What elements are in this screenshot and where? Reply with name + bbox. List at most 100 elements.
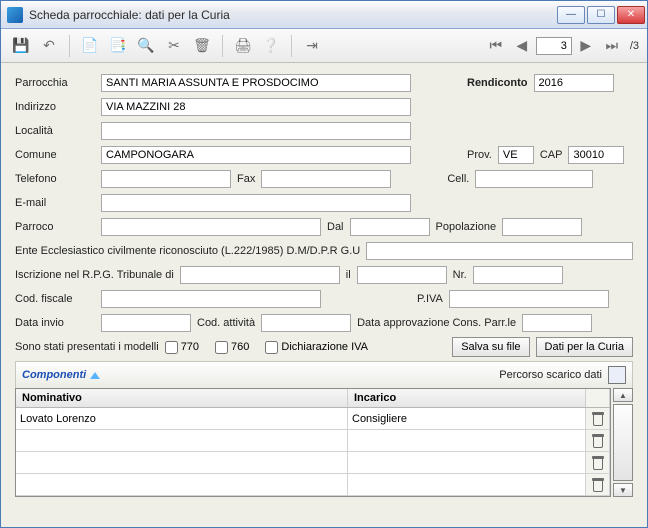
table-row[interactable]	[16, 452, 610, 474]
first-record-icon[interactable]: ⏮	[484, 34, 508, 58]
cell-incarico[interactable]	[348, 474, 586, 496]
table-row[interactable]	[16, 430, 610, 452]
label-cell: Cell.	[447, 173, 469, 185]
col-header-actions	[586, 389, 610, 407]
percorso-scarico-button[interactable]	[608, 366, 626, 384]
next-record-icon[interactable]: ▶	[574, 34, 598, 58]
label-comune: Comune	[15, 149, 95, 161]
nr-field[interactable]	[473, 266, 563, 284]
row-delete-button[interactable]	[586, 452, 610, 474]
piva-field[interactable]	[449, 290, 609, 308]
window-title: Scheda parrocchiale: dati per la Curia	[29, 8, 557, 22]
trash-icon	[591, 478, 605, 492]
label-popolazione: Popolazione	[436, 221, 497, 233]
grid-scroll-up[interactable]: ▲	[613, 388, 633, 402]
maximize-button[interactable]: ☐	[587, 6, 615, 24]
ente-field[interactable]	[366, 242, 633, 260]
grid-scroll-track[interactable]	[613, 404, 633, 481]
app-icon	[7, 7, 23, 23]
last-record-icon[interactable]: ⏭	[600, 34, 624, 58]
delete-icon[interactable]: 🗑	[190, 34, 214, 58]
record-pager: ⏮ ◀ ▶ ⏭ /3	[484, 34, 639, 58]
grid-body: Lovato Lorenzo Consigliere	[16, 408, 610, 496]
fax-field[interactable]	[261, 170, 391, 188]
row-delete-button[interactable]	[586, 408, 610, 430]
label-iscrizione: Iscrizione nel R.P.G. Tribunale di	[15, 269, 174, 281]
checkbox-770[interactable]: 770	[165, 341, 199, 354]
close-button[interactable]: ✕	[617, 6, 645, 24]
cap-field[interactable]	[568, 146, 624, 164]
cell-nominativo[interactable]	[16, 474, 348, 496]
componenti-toggle[interactable]: Componenti	[22, 369, 100, 381]
cell-nominativo[interactable]	[16, 452, 348, 474]
prev-record-icon[interactable]: ◀	[510, 34, 534, 58]
col-header-incarico[interactable]: Incarico	[348, 389, 586, 407]
copy-icon[interactable]: 📑	[106, 34, 130, 58]
popolazione-field[interactable]	[502, 218, 582, 236]
checkbox-760[interactable]: 760	[215, 341, 249, 354]
cell-incarico[interactable]	[348, 452, 586, 474]
componenti-header: Componenti Percorso scarico dati	[15, 361, 633, 388]
email-field[interactable]	[101, 194, 411, 212]
label-dal: Dal	[327, 221, 344, 233]
cell-nominativo[interactable]: Lovato Lorenzo	[16, 408, 348, 430]
col-header-nominativo[interactable]: Nominativo	[16, 389, 348, 407]
comune-field[interactable]	[101, 146, 411, 164]
label-localita: Località	[15, 125, 95, 137]
print-icon[interactable]: 🖨	[231, 34, 255, 58]
label-modelli: Sono stati presentati i modelli	[15, 341, 159, 353]
checkbox-iva[interactable]: Dichiarazione IVA	[265, 341, 368, 354]
cut-icon[interactable]: ✂	[162, 34, 186, 58]
label-codfisc: Cod. fiscale	[15, 293, 95, 305]
parroco-field[interactable]	[101, 218, 321, 236]
cell-nominativo[interactable]	[16, 430, 348, 452]
label-email: E-mail	[15, 197, 95, 209]
prov-field[interactable]	[498, 146, 534, 164]
label-ente: Ente Ecclesiastico civilmente riconosciu…	[15, 245, 360, 257]
grid-scroll-down[interactable]: ▼	[613, 483, 633, 497]
il-field[interactable]	[357, 266, 447, 284]
cell-incarico[interactable]	[348, 430, 586, 452]
table-row[interactable]	[16, 474, 610, 496]
help-icon[interactable]: ❔	[259, 34, 283, 58]
grid-side-nav: ▲ ▼	[613, 388, 633, 497]
minimize-button[interactable]: —	[557, 6, 585, 24]
datainvio-field[interactable]	[101, 314, 191, 332]
label-cap: CAP	[540, 149, 563, 161]
label-fax: Fax	[237, 173, 255, 185]
localita-field[interactable]	[101, 122, 411, 140]
dati-per-la-curia-button[interactable]: Dati per la Curia	[536, 337, 633, 357]
label-il: il	[346, 269, 351, 281]
exit-icon[interactable]: ⇥	[300, 34, 324, 58]
search-icon[interactable]: 🔍	[134, 34, 158, 58]
label-indirizzo: Indirizzo	[15, 101, 95, 113]
trash-icon	[591, 412, 605, 426]
cell-field[interactable]	[475, 170, 593, 188]
codatt-field[interactable]	[261, 314, 351, 332]
rendiconto-field[interactable]	[534, 74, 614, 92]
label-nr: Nr.	[453, 269, 467, 281]
toolbar-separator	[222, 35, 223, 57]
undo-icon[interactable]: ↶	[37, 34, 61, 58]
salva-su-file-button[interactable]: Salva su file	[452, 337, 529, 357]
toolbar-separator	[69, 35, 70, 57]
row-delete-button[interactable]	[586, 474, 610, 496]
row-delete-button[interactable]	[586, 430, 610, 452]
tribunale-field[interactable]	[180, 266, 340, 284]
label-rendiconto: Rendiconto	[467, 77, 528, 89]
label-dataappr: Data approvazione Cons. Parr.le	[357, 317, 516, 329]
dal-field[interactable]	[350, 218, 430, 236]
codfisc-field[interactable]	[101, 290, 321, 308]
label-parrocchia: Parrocchia	[15, 77, 95, 89]
telefono-field[interactable]	[101, 170, 231, 188]
indirizzo-field[interactable]	[101, 98, 411, 116]
new-doc-icon[interactable]: 📄	[78, 34, 102, 58]
titlebar: Scheda parrocchiale: dati per la Curia —…	[1, 1, 647, 29]
toolbar: 💾 ↶ 📄 📑 🔍 ✂ 🗑 🖨 ❔ ⇥ ⏮ ◀ ▶ ⏭ /3	[1, 29, 647, 63]
table-row[interactable]: Lovato Lorenzo Consigliere	[16, 408, 610, 430]
parrocchia-field[interactable]	[101, 74, 411, 92]
save-icon[interactable]: 💾	[9, 34, 33, 58]
current-record-input[interactable]	[536, 37, 572, 55]
cell-incarico[interactable]: Consigliere	[348, 408, 586, 430]
dataappr-field[interactable]	[522, 314, 592, 332]
